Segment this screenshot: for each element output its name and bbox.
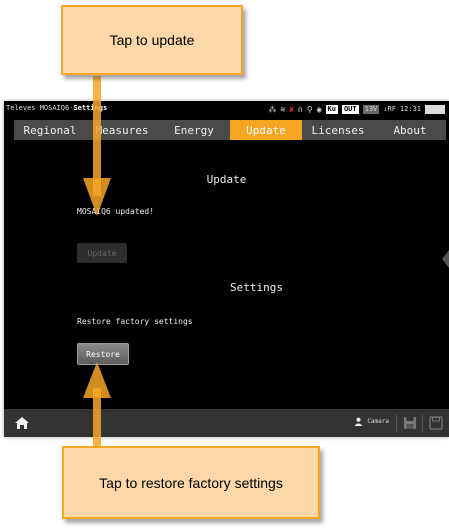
home-icon[interactable] (14, 415, 30, 431)
user-icon (354, 417, 363, 426)
update-panel: Update MOSAIQ6 updated! Update Settings … (4, 141, 449, 411)
save-icon[interactable] (403, 416, 417, 430)
update-button[interactable]: Update (77, 243, 127, 263)
user-indicator: Camara (354, 417, 389, 426)
output-badge: OUT (341, 104, 359, 114)
divider (396, 414, 397, 432)
save-as-icon[interactable] (429, 416, 443, 430)
divider (422, 414, 423, 432)
side-panel-handle[interactable] (442, 250, 449, 268)
callout-tap-to-update: Tap to update (61, 5, 243, 75)
wifi-icon: ≋ (280, 104, 286, 114)
tab-energy[interactable]: Energy (158, 120, 230, 140)
update-section-title: Update (206, 173, 247, 186)
clock: 12:31 (399, 105, 421, 113)
rf-indicator: ↓RF (383, 105, 396, 113)
voltage-badge: 13V (362, 104, 380, 114)
status-bar: Televes MOSAIQ6-Settings ⁂ ≋ ✘ ∩ ⚲ ◉ Ku … (4, 101, 449, 117)
restore-description: Restore factory settings (77, 317, 193, 326)
settings-tabbar: Regional Measures Energy Update Licenses… (14, 120, 446, 140)
settings-section-title: Settings (230, 281, 283, 294)
satellite-dish-icon: ✘ (289, 104, 294, 114)
lnb-icon: ⚲ (306, 104, 313, 114)
bottom-bar: Camara (4, 409, 449, 437)
headphones-icon: ∩ (298, 104, 303, 114)
device-screen: Televes MOSAIQ6-Settings ⁂ ≋ ✘ ∩ ⚲ ◉ Ku … (4, 101, 449, 437)
tab-measures[interactable]: Measures (86, 120, 158, 140)
tab-update[interactable]: Update (230, 120, 302, 140)
update-status-message: MOSAIQ6 updated! (77, 207, 155, 216)
tab-regional[interactable]: Regional (14, 120, 86, 140)
network-icon: ⁂ (268, 104, 277, 114)
tab-licenses[interactable]: Licenses (302, 120, 374, 140)
battery-icon (425, 104, 445, 114)
user-name: Camara (367, 418, 389, 425)
restore-button[interactable]: Restore (77, 343, 129, 365)
status-icons: ⁂ ≋ ✘ ∩ ⚲ ◉ Ku OUT 13V ↓RF 12:31 (268, 103, 445, 115)
power-circle-icon: ◉ (316, 104, 322, 114)
window-title: Televes MOSAIQ6-Settings (6, 104, 108, 112)
callout-tap-to-restore: Tap to restore factory settings (62, 446, 320, 519)
band-badge: Ku (325, 104, 338, 114)
tab-about[interactable]: About (374, 120, 446, 140)
